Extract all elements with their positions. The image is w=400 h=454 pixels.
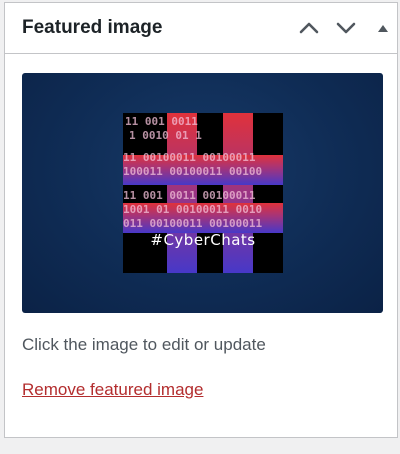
panel-title: Featured image <box>22 17 163 38</box>
remove-featured-image-link[interactable]: Remove featured image <box>22 380 203 400</box>
binary-row: 1 0010 01 1 <box>129 129 202 142</box>
binary-row: 011 00100011 00100011 <box>123 217 262 230</box>
move-down-button[interactable] <box>332 14 360 42</box>
featured-image-button[interactable]: 11 001 0011 1 0010 01 1 11 00100011 0010… <box>22 73 383 313</box>
thumbnail-caption: #CyberChats <box>150 231 256 249</box>
featured-image-thumbnail: 11 001 0011 1 0010 01 1 11 00100011 0010… <box>123 113 283 273</box>
chevron-up-icon <box>299 22 319 34</box>
panel-header: Featured image <box>5 3 397 54</box>
toggle-panel-button[interactable] <box>369 14 397 42</box>
binary-row: 100011 00100011 00100 <box>123 165 262 178</box>
help-text: Click the image to edit or update <box>22 335 266 354</box>
hashtag-graphic: 11 001 0011 1 0010 01 1 11 00100011 0010… <box>123 113 283 273</box>
binary-row: 11 00100011 00100011 <box>123 151 256 164</box>
chevron-down-icon <box>336 22 356 34</box>
featured-image-panel: Featured image 11 001 0011 1 0010 01 1 1… <box>4 2 398 438</box>
binary-row: 11 001 0011 00100011 <box>123 189 256 202</box>
move-up-button[interactable] <box>295 14 323 42</box>
triangle-up-icon <box>378 25 388 32</box>
binary-row: 1001 01 00100011 0010 <box>123 203 262 216</box>
binary-row: 11 001 0011 <box>125 115 198 128</box>
